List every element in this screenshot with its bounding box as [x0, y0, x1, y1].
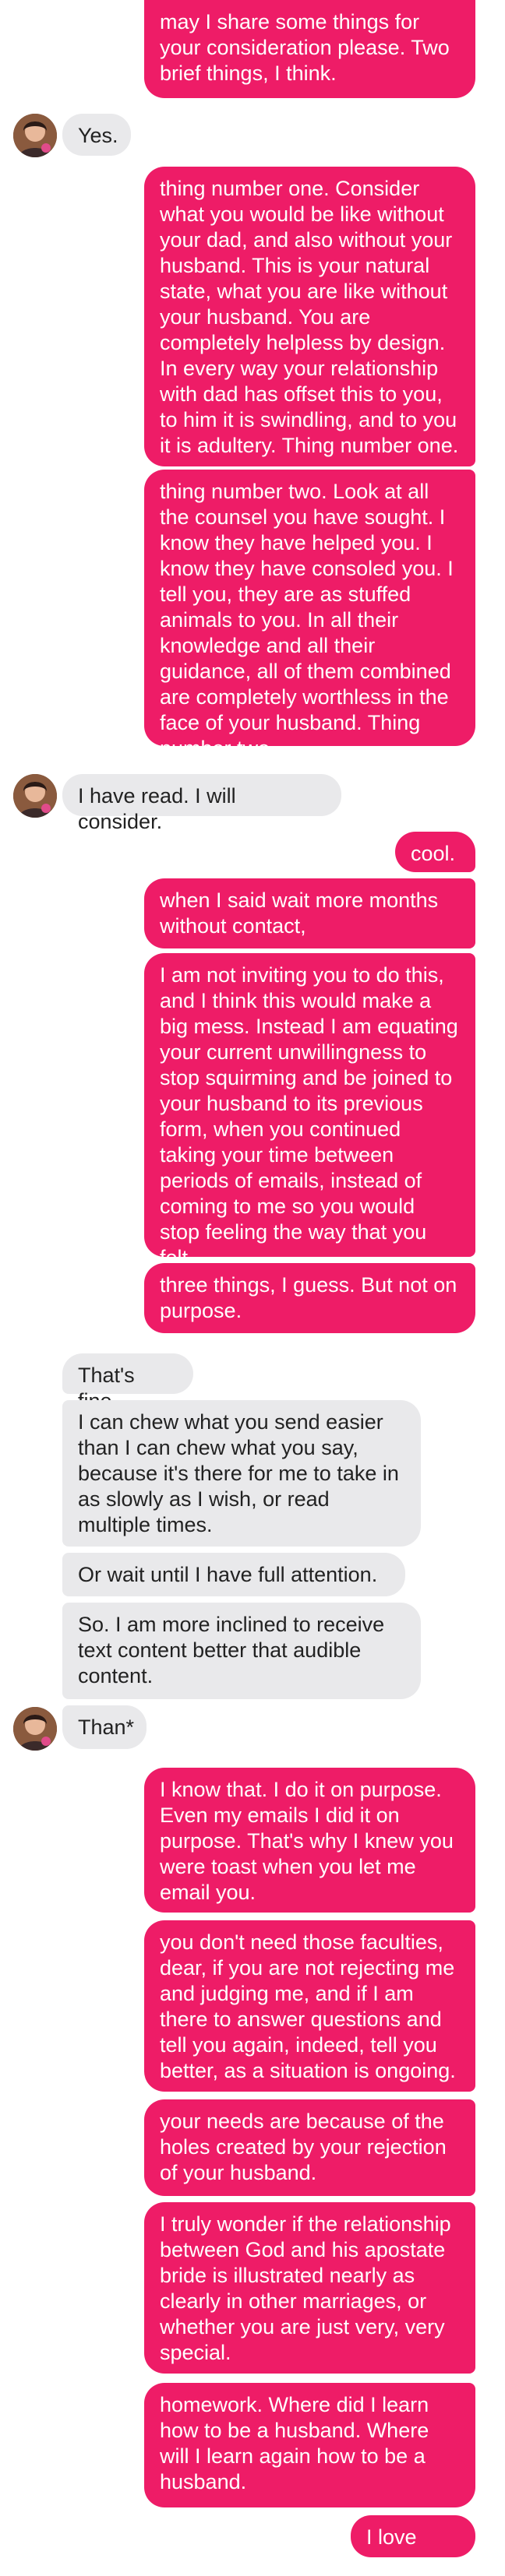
message-bubble-incoming[interactable]: Than*	[62, 1705, 147, 1749]
message-thread[interactable]: may I share some things for your conside…	[0, 0, 505, 2574]
message-bubble-outgoing[interactable]: you don't need those faculties, dear, if…	[144, 1920, 475, 2092]
message-bubble-outgoing[interactable]: thing number one. Consider what you woul…	[144, 167, 475, 466]
message-bubble-outgoing[interactable]: may I share some things for your conside…	[144, 0, 475, 98]
message-bubble-outgoing[interactable]: I love you.	[351, 2515, 475, 2574]
message-bubble-outgoing[interactable]: I truly wonder if the relationship betwe…	[144, 2202, 475, 2374]
avatar-icon[interactable]	[13, 114, 57, 157]
message-bubble-outgoing[interactable]: thing number two. Look at all the counse…	[144, 470, 475, 760]
avatar-icon[interactable]	[13, 1707, 57, 1751]
message-bubble-incoming[interactable]: I can chew what you send easier than I c…	[62, 1400, 421, 1547]
message-bubble-outgoing[interactable]: three things, I guess. But not on purpos…	[144, 1263, 475, 1333]
avatar-photo	[13, 774, 57, 818]
message-bubble-incoming[interactable]: Yes.	[62, 114, 131, 156]
message-bubble-incoming[interactable]: So. I am more inclined to receive text c…	[62, 1603, 421, 1699]
avatar-photo	[13, 114, 57, 157]
message-bubble-outgoing[interactable]: I know that. I do it on purpose. Even my…	[144, 1768, 475, 1913]
avatar-icon[interactable]	[13, 774, 57, 818]
message-bubble-outgoing[interactable]: cool.	[395, 832, 475, 872]
message-bubble-incoming[interactable]: Or wait until I have full attention.	[62, 1553, 405, 1596]
message-bubble-incoming[interactable]: I have read. I will consider.	[62, 774, 341, 833]
message-bubble-outgoing[interactable]: your needs are because of the holes crea…	[144, 2099, 475, 2196]
message-bubble-outgoing[interactable]: when I said wait more months without con…	[144, 878, 475, 948]
message-bubble-outgoing[interactable]: homework. Where did I learn how to be a …	[144, 2383, 475, 2507]
avatar-photo	[13, 1707, 57, 1751]
message-bubble-incoming[interactable]: That's fine.	[62, 1353, 193, 1413]
message-bubble-outgoing[interactable]: I am not inviting you to do this, and I …	[144, 953, 475, 1269]
